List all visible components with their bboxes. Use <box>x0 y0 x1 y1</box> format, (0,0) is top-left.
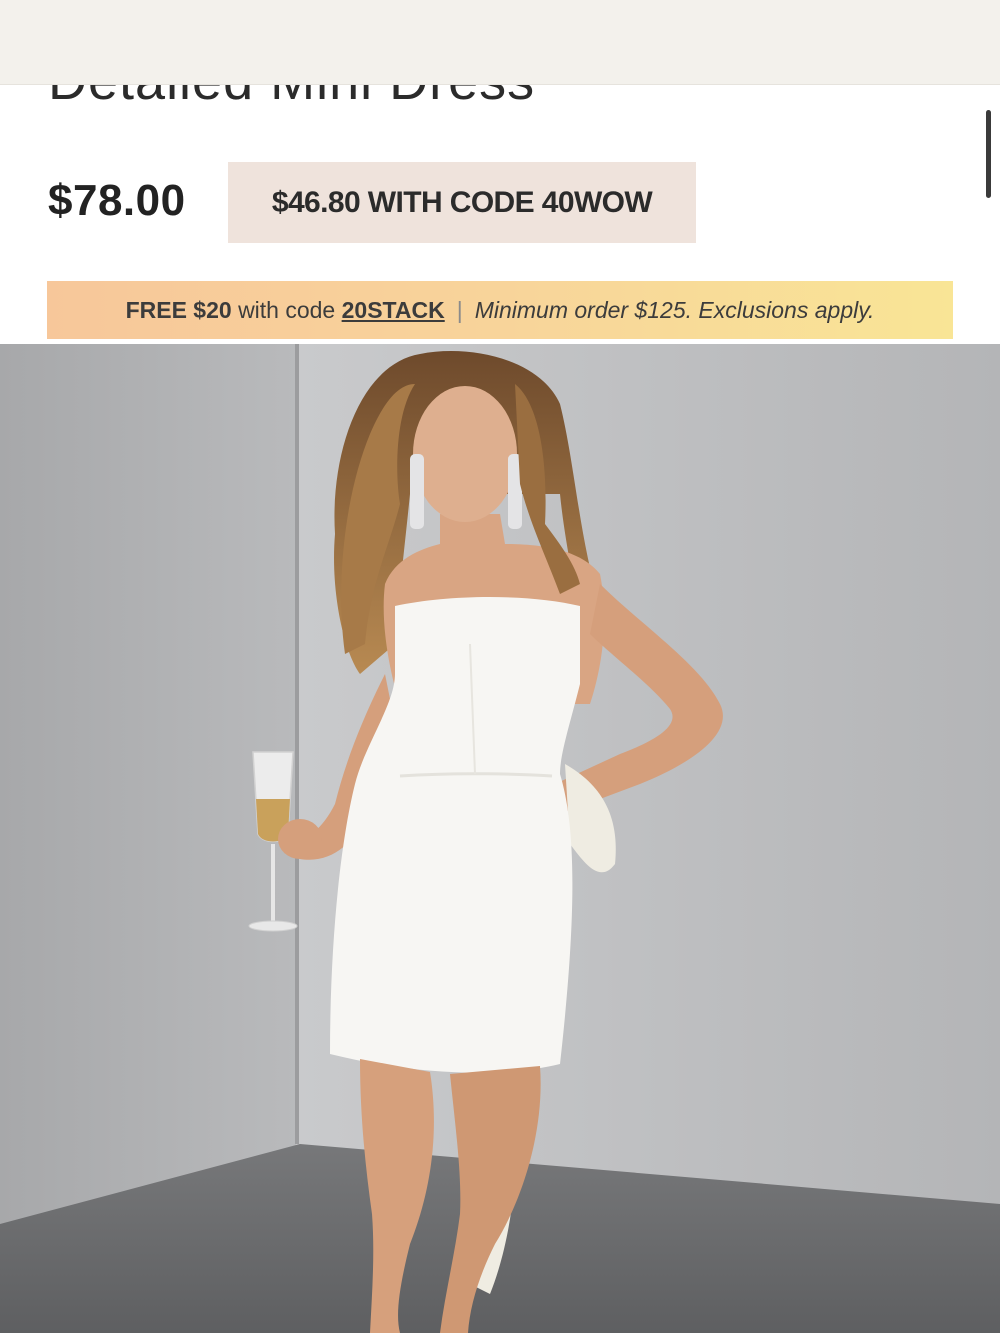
top-toolbar <box>0 0 1000 85</box>
scrollbar[interactable] <box>986 110 991 198</box>
banner-code-link[interactable]: 20STACK <box>342 297 445 324</box>
product-photo-illustration <box>0 344 1000 1333</box>
product-title-container: Detailed Mini Dress <box>0 84 1000 114</box>
promo-price-badge[interactable]: $46.80 WITH CODE 40WOW <box>228 162 696 243</box>
banner-with-code: with code <box>238 296 336 323</box>
promo-price-text: $46.80 WITH CODE 40WOW <box>271 185 653 219</box>
product-title: Detailed Mini Dress <box>48 84 535 112</box>
product-image[interactable] <box>0 344 1000 1333</box>
banner-separator: | <box>456 296 463 323</box>
product-price: $78.00 <box>48 176 186 225</box>
promo-banner[interactable]: FREE $20 with code 20STACK | Minimum order… <box>47 281 953 339</box>
banner-offer: FREE $20 <box>125 296 232 323</box>
banner-terms: Minimum order $125. Exclusions apply. <box>474 296 875 323</box>
